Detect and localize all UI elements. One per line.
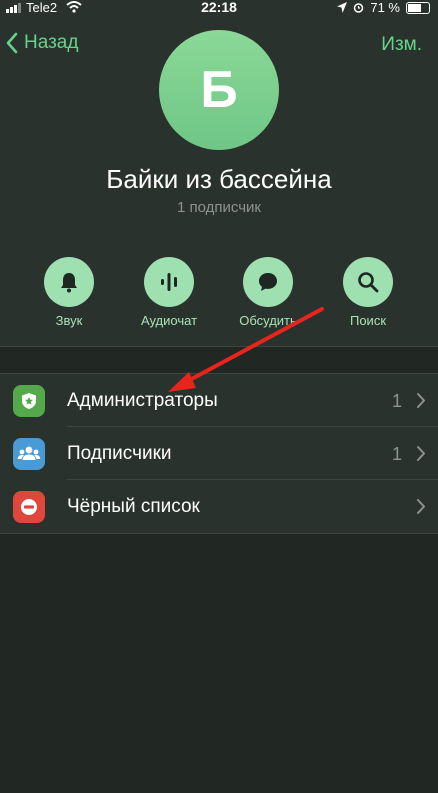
back-label: Назад <box>24 32 79 53</box>
subscribers-label: Подписчики <box>67 443 172 464</box>
list-bottom-divider <box>0 533 438 534</box>
blacklist-icon-tile <box>13 491 45 523</box>
discuss-button[interactable]: Обсудить <box>220 257 316 328</box>
blacklist-label: Чёрный список <box>67 496 200 517</box>
audio-chat-label: Аудиочат <box>140 313 198 328</box>
back-button[interactable]: Назад <box>6 32 78 54</box>
edit-button[interactable]: Изм. <box>381 34 422 56</box>
action-bar: Звук Аудиочат Обсудить Поиск <box>0 257 438 337</box>
admin-shield-icon <box>22 393 36 409</box>
header-divider <box>0 346 438 347</box>
battery-percent: 71 % <box>370 0 400 15</box>
subscriber-count: 1 подписчик <box>177 199 261 216</box>
admin-icon-tile <box>13 385 45 417</box>
administrators-label: Администраторы <box>67 390 218 411</box>
sound-label: Звук <box>55 313 83 328</box>
sound-button[interactable]: Звук <box>21 257 117 328</box>
channel-avatar[interactable]: Б <box>159 30 279 150</box>
chat-bubble-icon <box>259 273 277 291</box>
avatar-letter: Б <box>200 61 238 119</box>
battery-icon <box>406 1 430 14</box>
channel-settings-list: Администраторы 1 Подписчики 1 Чёрный спи… <box>0 374 438 533</box>
menu-item-blacklist[interactable]: Чёрный список <box>0 480 438 533</box>
chevron-left-icon <box>6 32 18 54</box>
audio-chat-button[interactable]: Аудиочат <box>121 257 217 328</box>
search-label: Поиск <box>349 313 387 328</box>
chevron-right-icon <box>417 393 425 408</box>
alarm-icon <box>354 3 364 13</box>
administrators-count: 1 <box>391 391 402 411</box>
subscribers-icon <box>17 446 41 460</box>
chevron-right-icon <box>417 446 425 461</box>
subscribers-count: 1 <box>391 444 402 464</box>
search-button[interactable]: Поиск <box>320 257 416 328</box>
menu-item-administrators[interactable]: Администраторы 1 <box>0 374 438 427</box>
chevron-right-icon <box>417 499 425 514</box>
search-icon <box>358 272 379 293</box>
channel-title: Байки из бассейна <box>106 164 332 194</box>
location-icon <box>337 2 348 13</box>
menu-item-subscribers[interactable]: Подписчики 1 <box>0 427 438 480</box>
subscribers-icon-tile <box>13 438 45 470</box>
blacklist-icon <box>21 499 37 515</box>
discuss-label: Обсудить <box>239 313 297 328</box>
audio-wave-icon <box>161 273 177 291</box>
status-bar: Tele2 22:18 71 % <box>0 0 438 18</box>
bell-icon <box>61 273 77 293</box>
